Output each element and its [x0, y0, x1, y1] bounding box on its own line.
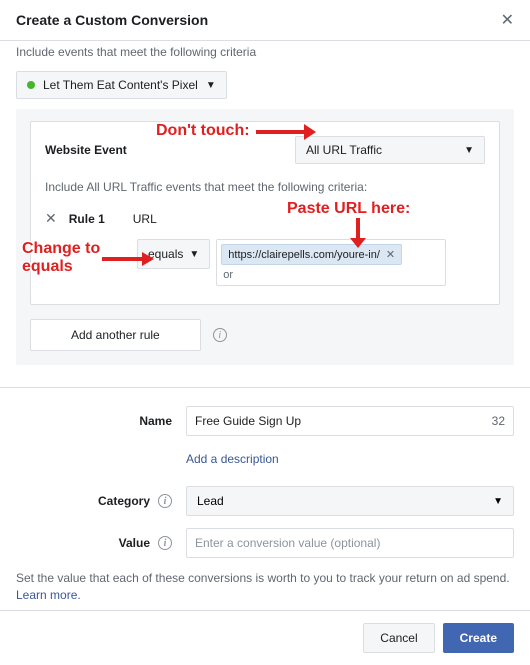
value-label: Value	[119, 536, 150, 550]
remove-rule-icon[interactable]: ✕	[45, 210, 57, 227]
url-chip-text: https://clairepells.com/youre-in/	[228, 249, 380, 261]
add-another-rule-button[interactable]: Add another rule	[30, 319, 201, 351]
or-label: or	[221, 269, 441, 281]
dialog-title: Create a Custom Conversion	[16, 12, 208, 28]
pixel-name: Let Them Eat Content's Pixel	[43, 78, 198, 92]
dialog-header: Create a Custom Conversion ✕	[0, 0, 530, 41]
create-button[interactable]: Create	[443, 623, 514, 653]
operator-value: equals	[148, 247, 183, 261]
website-event-dropdown[interactable]: All URL Traffic ▼	[295, 136, 485, 164]
remove-chip-icon[interactable]: ✕	[386, 248, 395, 261]
help-text: Set the value that each of these convers…	[0, 570, 530, 604]
section-divider	[0, 387, 530, 388]
rule-type-label: URL	[133, 212, 157, 226]
chevron-down-icon: ▼	[189, 249, 199, 260]
pixel-selector[interactable]: Let Them Eat Content's Pixel ▼	[16, 71, 227, 99]
rule-name: Rule 1	[69, 212, 105, 226]
operator-dropdown[interactable]: equals ▼	[137, 239, 210, 269]
name-label: Name	[16, 414, 186, 428]
rule-card: Website Event All URL Traffic ▼ Include …	[30, 121, 500, 305]
cancel-button[interactable]: Cancel	[363, 623, 434, 653]
chevron-down-icon: ▼	[206, 80, 216, 91]
info-icon[interactable]: i	[158, 536, 172, 550]
category-value: Lead	[197, 494, 224, 508]
chevron-down-icon: ▼	[464, 145, 474, 156]
name-value: Free Guide Sign Up	[195, 414, 301, 428]
info-icon[interactable]: i	[158, 494, 172, 508]
add-description-link[interactable]: Add a description	[186, 452, 279, 466]
info-icon[interactable]: i	[213, 328, 227, 342]
website-event-label: Website Event	[45, 143, 127, 157]
close-icon[interactable]: ✕	[501, 10, 514, 30]
category-label: Category	[98, 494, 150, 508]
char-count: 32	[492, 414, 505, 428]
criteria-hint-cutoff: Include events that meet the following c…	[16, 45, 514, 59]
chevron-down-icon: ▼	[493, 496, 503, 507]
status-dot-icon	[27, 81, 35, 89]
value-input[interactable]: Enter a conversion value (optional)	[186, 528, 514, 558]
dialog-footer: Cancel Create	[0, 610, 530, 665]
category-dropdown[interactable]: Lead ▼	[186, 486, 514, 516]
learn-more-link[interactable]: Learn more.	[16, 588, 81, 602]
include-criteria-hint: Include All URL Traffic events that meet…	[45, 180, 485, 194]
name-input[interactable]: Free Guide Sign Up 32	[186, 406, 514, 436]
website-event-value: All URL Traffic	[306, 143, 382, 157]
url-value-box[interactable]: https://clairepells.com/youre-in/ ✕ or	[216, 239, 446, 286]
url-chip: https://clairepells.com/youre-in/ ✕	[221, 244, 402, 265]
rules-panel: Website Event All URL Traffic ▼ Include …	[16, 109, 514, 365]
